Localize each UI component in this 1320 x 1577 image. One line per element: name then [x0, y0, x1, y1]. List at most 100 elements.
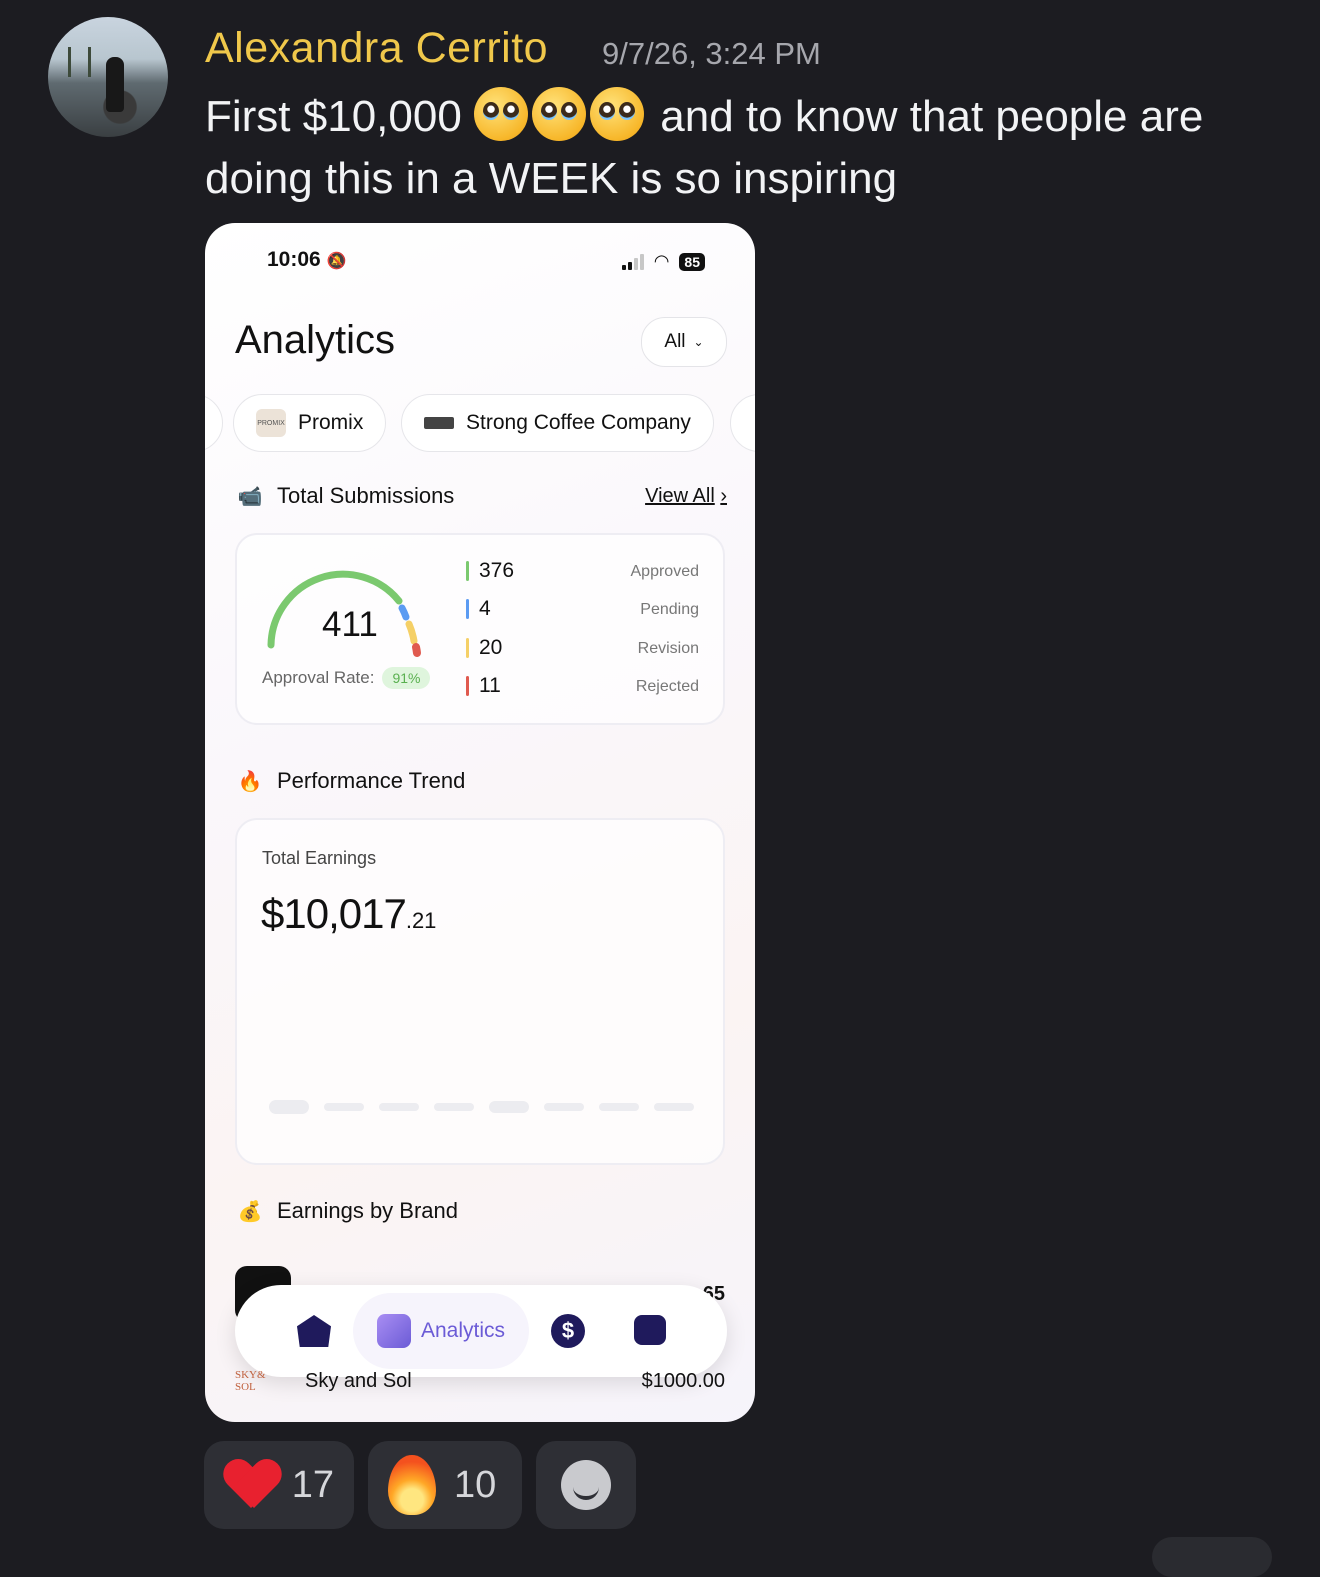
stat-label-rejected: Rejected: [635, 678, 699, 695]
earnings-card: Total Earnings $10,017.21: [235, 818, 725, 1165]
pleading-face-emoji-1: [474, 87, 529, 141]
stat-bar: [466, 638, 469, 658]
chip-label: Promix: [298, 411, 364, 434]
brand-name: Sky and Sol: [305, 1369, 412, 1392]
submissions-card: 411 Approval Rate: 91% 376 Approved 4 Pe…: [235, 533, 725, 725]
brand-chip-strong-coffee[interactable]: Strong Coffee Company: [401, 394, 714, 452]
approval-rate: Approval Rate: 91%: [262, 667, 431, 689]
analytics-icon: [376, 1314, 411, 1348]
stat-bar: [466, 599, 469, 619]
fire-icon: 🔥: [237, 770, 263, 793]
message-text: First $10,000 and to know that people ar…: [205, 86, 1285, 210]
filter-label: All: [664, 331, 686, 352]
gauge-revision-arc: [405, 620, 418, 645]
stat-pending: 4: [466, 597, 491, 621]
pleading-face-emoji-3: [590, 87, 645, 141]
stat-approved: 376: [466, 559, 514, 583]
bell-muted-icon: 🔕: [326, 253, 347, 270]
chevron-right-icon: ›: [720, 485, 727, 507]
chip-label: Strong Coffee Company: [466, 411, 691, 434]
stat-value: 11: [479, 674, 501, 697]
home-icon: [297, 1315, 331, 1347]
nav-home[interactable]: [297, 1315, 331, 1347]
chat-icon: [634, 1315, 666, 1345]
status-time: 10:06 🔕: [267, 248, 347, 271]
stat-value: 20: [479, 636, 503, 659]
brand-row-sky-and-sol[interactable]: SKY& SOL Sky and Sol $1000.00: [235, 1369, 725, 1393]
message-timestamp: 9/7/26, 3:24 PM: [602, 36, 821, 71]
section-title: Performance Trend: [277, 768, 466, 793]
stat-revision: 20: [466, 636, 502, 660]
performance-header: 🔥 Performance Trend: [235, 768, 466, 794]
brand-chip-promix[interactable]: PROMIX Promix: [233, 394, 387, 452]
chart-placeholder: [489, 1101, 529, 1113]
earnings-label: Total Earnings: [262, 848, 377, 868]
heart-icon: [224, 1460, 274, 1510]
fire-icon: [388, 1455, 436, 1515]
reaction-count: 17: [291, 1463, 334, 1506]
approval-rate-badge: 91%: [382, 667, 431, 689]
page-title: Analytics: [235, 318, 396, 362]
nav-messages[interactable]: [634, 1315, 666, 1345]
nav-payments[interactable]: $: [551, 1314, 585, 1348]
view-all-label: View All: [645, 485, 715, 507]
chart-placeholder: [324, 1103, 364, 1111]
stat-label-revision: Revision: [637, 640, 699, 657]
approval-label: Approval Rate:: [262, 668, 375, 687]
message-text-start: First $10,000: [205, 92, 462, 141]
chevron-down-icon: ⌄: [693, 335, 704, 349]
stat-value: 4: [479, 597, 491, 620]
gauge-rejected-arc: [412, 643, 421, 657]
chart-placeholder: [434, 1103, 474, 1111]
reaction-heart[interactable]: 17: [204, 1441, 354, 1529]
stat-value: 376: [479, 559, 515, 582]
sky-and-sol-logo: SKY& SOL: [235, 1369, 266, 1393]
chart-placeholder: [599, 1103, 639, 1111]
submissions-header: 📹 Total Submissions: [235, 483, 455, 509]
section-title: Earnings by Brand: [277, 1198, 458, 1223]
total-submissions: 411: [322, 605, 378, 644]
chart-placeholder: [379, 1103, 419, 1111]
stat-label-pending: Pending: [640, 601, 699, 618]
author-avatar[interactable]: [48, 17, 168, 137]
status-icons: ◠ 85: [621, 251, 705, 272]
smiley-icon: [561, 1460, 611, 1510]
total-earnings: $10,017.21: [261, 890, 436, 938]
nav-analytics[interactable]: Analytics: [353, 1293, 529, 1369]
battery-icon: 85: [679, 252, 705, 271]
stat-label-approved: Approved: [630, 563, 700, 580]
author-name[interactable]: Alexandra Cerrito: [205, 24, 548, 73]
brand-chip-partial-left[interactable]: [205, 394, 223, 452]
chart-placeholder: [654, 1103, 694, 1111]
strong-coffee-logo: [424, 417, 454, 429]
image-attachment[interactable]: 10:06 🔕 ◠ 85 Analytics All ⌄ PROMIX Prom…: [205, 223, 755, 1422]
chart-placeholder: [269, 1100, 309, 1114]
stat-rejected: 11: [466, 674, 501, 698]
money-bag-icon: 💰: [237, 1200, 263, 1223]
view-all-link[interactable]: View All ›: [645, 485, 727, 508]
filter-dropdown[interactable]: All ⌄: [641, 317, 727, 367]
reaction-fire[interactable]: 10: [368, 1441, 522, 1529]
promix-logo: PROMIX: [256, 409, 286, 437]
earnings-by-brand-header: 💰 Earnings by Brand: [235, 1198, 458, 1224]
partial-button[interactable]: [1152, 1537, 1272, 1577]
earnings-dollars: $10,017: [261, 890, 407, 937]
pleading-face-emoji-2: [532, 87, 587, 141]
brand-amount: $1000.00: [641, 1369, 725, 1392]
chart-placeholder: [544, 1103, 584, 1111]
dollar-icon: $: [551, 1314, 585, 1348]
reaction-count: 10: [454, 1463, 497, 1506]
section-title: Total Submissions: [277, 483, 455, 508]
nav-analytics-label: Analytics: [420, 1319, 506, 1342]
gauge-pending-arc: [398, 604, 410, 621]
signal-icon: [621, 253, 644, 270]
add-reaction-button[interactable]: [536, 1441, 636, 1529]
brand-chips: PROMIX Promix Strong Coffee Company: [205, 394, 755, 452]
bottom-nav: Analytics $: [235, 1285, 727, 1377]
stat-bar: [466, 561, 469, 581]
earnings-cents: .21: [405, 908, 437, 933]
brand-chip-partial-right[interactable]: [730, 394, 755, 452]
wifi-icon: ◠: [653, 251, 670, 271]
stat-bar: [466, 676, 469, 696]
video-camera-icon: 📹: [237, 485, 263, 508]
